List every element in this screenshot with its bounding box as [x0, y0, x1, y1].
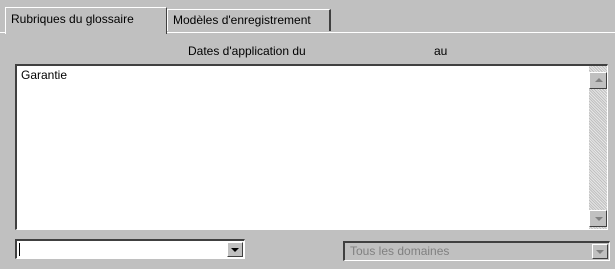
scroll-up-arrow-icon	[595, 78, 603, 82]
tab-label: Rubriques du glossaire	[11, 12, 134, 26]
dialog-panel: Rubriques du glossaire Modèles d'enregis…	[0, 0, 615, 269]
chevron-down-icon	[596, 250, 604, 254]
tab-rubriques-du-glossaire[interactable]: Rubriques du glossaire	[5, 7, 167, 34]
domain-combobox-value: Tous les domaines	[350, 244, 450, 258]
date-from-header: Dates d'application du	[188, 44, 306, 58]
domain-dropdown-button[interactable]	[592, 244, 608, 259]
list-item[interactable]: Garantie	[21, 68, 67, 82]
scroll-down-arrow-icon	[595, 217, 603, 221]
text-caret	[19, 243, 20, 256]
combobox-dropdown-button[interactable]	[227, 242, 243, 257]
domain-combobox[interactable]: Tous les domaines	[343, 241, 610, 261]
glossary-list[interactable]: Garantie	[15, 64, 608, 230]
scroll-down-button[interactable]	[589, 210, 607, 227]
chevron-down-icon	[231, 248, 239, 252]
date-to-header: au	[434, 44, 448, 58]
scroll-up-button[interactable]	[589, 72, 607, 89]
tab-label: Modèles d'enregistrement	[173, 13, 311, 27]
selection-combobox[interactable]	[15, 239, 245, 259]
vertical-scrollbar[interactable]	[589, 66, 607, 229]
tab-modeles-d-enregistrement[interactable]: Modèles d'enregistrement	[167, 9, 331, 31]
